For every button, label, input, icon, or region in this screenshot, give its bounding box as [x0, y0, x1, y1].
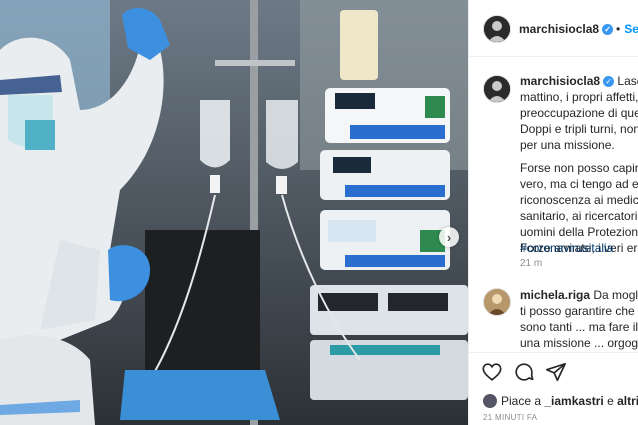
verified-badge-icon: ✓ [603, 76, 615, 87]
caption-line: per una missione. [520, 138, 615, 152]
comment-text: Da moglie [593, 288, 638, 302]
caption-time: 21 m [520, 258, 543, 269]
follow-separator: • [616, 22, 621, 36]
caption-line: preoccupazione di ques [520, 106, 638, 120]
hospital-icu-illustration [0, 0, 468, 425]
comment-icon[interactable] [513, 361, 535, 383]
caption-line: riconoscenza ai medici, [520, 193, 638, 207]
caption-line: uomini della Protezione [520, 225, 638, 239]
post-photo[interactable]: › [0, 0, 468, 425]
carousel-next-button[interactable]: › [439, 227, 459, 247]
likes-prefix: Piace a [501, 394, 542, 408]
comment-line: ti posso garantire che i [520, 304, 638, 318]
author-username-text: marchisiocla8 [519, 22, 600, 36]
post-age: 21 MINUTI FA [483, 413, 538, 422]
heart-icon[interactable] [481, 361, 503, 383]
comment-line-0: michela.riga Da moglie [520, 287, 638, 303]
caption-text: Lascia [617, 74, 638, 88]
verified-badge-icon: ✓ [602, 24, 614, 35]
commenter-username[interactable]: michela.riga [520, 288, 590, 302]
post-actions: Piace a _iamkastri e altri 3 21 MINUTI F… [469, 352, 638, 425]
commenter-avatar[interactable] [483, 288, 511, 316]
comment-line: una missione ... orgogli [520, 336, 638, 350]
caption-line: Forse non posso capirlo [520, 161, 638, 175]
follow-button[interactable]: •Segui [616, 22, 638, 36]
share-icon[interactable] [545, 361, 567, 383]
caption-line-0: marchisiocla8✓ Lascia [520, 73, 638, 89]
comment-line: sono tanti ... ma fare il r [520, 320, 638, 334]
caption-avatar[interactable] [483, 75, 511, 103]
author-username[interactable]: marchisiocla8 ✓ [519, 22, 614, 36]
hashtag-link[interactable]: #coronavirusitalia [520, 240, 613, 256]
liker-username[interactable]: _iamkastri [544, 394, 603, 408]
caption-line: mattino, i propri affetti, [520, 90, 638, 104]
author-avatar[interactable] [483, 15, 511, 43]
follow-label: Segui [624, 22, 638, 36]
caption-line: Doppi e tripli turni, non [520, 122, 638, 136]
post-side-panel: marchisiocla8✓ •Segui marchisiocla8✓ Las… [468, 0, 638, 425]
caption-line: vero, ma ci tengo ad es [520, 177, 638, 191]
post-header: marchisiocla8✓ •Segui [469, 0, 638, 57]
caption-username[interactable]: marchisiocla8 [520, 74, 600, 88]
likes-suffix: e [607, 394, 614, 408]
likes-others[interactable]: altri 3 [617, 394, 638, 408]
likes-summary[interactable]: Piace a _iamkastri e altri 3 [483, 394, 638, 408]
liker-avatar [483, 394, 497, 408]
caption-line: sanitario, ai ricercatori, [520, 209, 638, 223]
chevron-right-icon: › [446, 229, 452, 245]
